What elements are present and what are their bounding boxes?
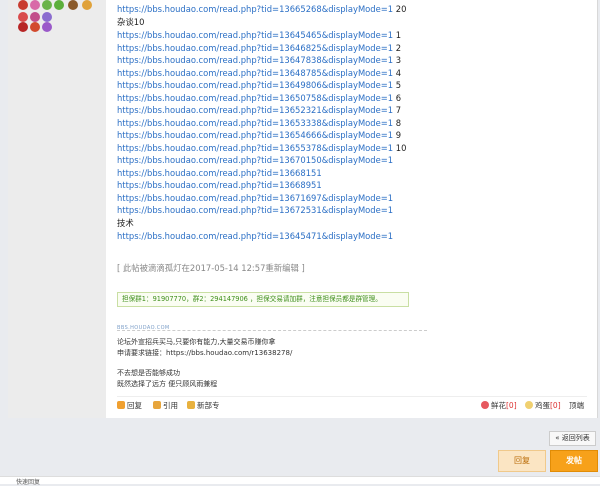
post-actions: 回复 引用 新部专 鲜花[0] 鸡蛋[0] 顶端	[117, 400, 587, 414]
link-line[interactable]: https://bbs.houdao.com/read.php?tid=1366…	[117, 3, 406, 15]
link-line[interactable]: https://bbs.houdao.com/read.php?tid=1367…	[117, 154, 393, 166]
link-line[interactable]: https://bbs.houdao.com/read.php?tid=1366…	[117, 179, 322, 191]
signature-line: 不去想是否能够成功	[117, 369, 180, 377]
medal-icon	[18, 12, 28, 22]
back-to-list-button[interactable]: « 返回列表	[549, 431, 596, 446]
link-line[interactable]: https://bbs.houdao.com/read.php?tid=1364…	[117, 42, 401, 54]
medal-icon	[42, 12, 52, 22]
edit-note: [ 此帖被滴滴孤灯在2017-05-14 12:57重新编辑 ]	[117, 263, 305, 273]
link-line[interactable]: https://bbs.houdao.com/read.php?tid=1365…	[117, 117, 401, 129]
top-link[interactable]: 顶端	[569, 400, 584, 411]
new-post-action[interactable]: 新部专	[187, 400, 220, 411]
flower-icon	[481, 401, 489, 409]
signature-divider	[117, 330, 427, 331]
link-line[interactable]: https://bbs.houdao.com/read.php?tid=1364…	[117, 79, 401, 91]
group-label: 技术	[117, 218, 134, 228]
link-line[interactable]: https://bbs.houdao.com/read.php?tid=1365…	[117, 142, 406, 154]
link-line[interactable]: https://bbs.houdao.com/read.php?tid=1366…	[117, 167, 322, 179]
medal-icon	[30, 22, 40, 32]
signature-line: 论坛外宣招兵买马,只要你有能力,大量交易币赚你拿	[117, 338, 276, 346]
link-line[interactable]: https://bbs.houdao.com/read.php?tid=1367…	[117, 192, 393, 204]
medal-icon	[68, 0, 78, 10]
link-line[interactable]: https://bbs.houdao.com/read.php?tid=1364…	[117, 54, 401, 66]
medal-icon	[30, 12, 40, 22]
link-line[interactable]: https://bbs.houdao.com/read.php?tid=1364…	[117, 29, 401, 41]
reply-icon	[117, 401, 125, 409]
medal-icon	[30, 0, 40, 10]
egg-icon	[525, 401, 533, 409]
medal-icon	[54, 0, 64, 10]
link-line[interactable]: https://bbs.houdao.com/read.php?tid=1367…	[117, 204, 393, 216]
link-line[interactable]: https://bbs.houdao.com/read.php?tid=1365…	[117, 104, 401, 116]
guarantee-notice: 担保群1：91907770，群2：294147906 ，担保交易请加群，注意担保…	[117, 292, 409, 307]
medal-icon	[42, 22, 52, 32]
medal-icon	[18, 0, 28, 10]
send-post-button[interactable]: 发帖	[550, 450, 598, 472]
quote-action[interactable]: 引用	[153, 400, 178, 411]
link-line[interactable]: https://bbs.houdao.com/read.php?tid=1364…	[117, 230, 393, 242]
medal-icon	[18, 22, 28, 32]
medal-icon	[82, 0, 92, 10]
reply-action[interactable]: 回复	[117, 400, 142, 411]
quote-icon	[153, 401, 161, 409]
flower-action[interactable]: 鲜花[0]	[481, 400, 517, 411]
medal-icon	[42, 0, 52, 10]
signature-line: 申请要求链接：https://bbs.houdao.com/r13638278/	[117, 349, 293, 357]
reply-button[interactable]: 回复	[498, 450, 546, 472]
new-post-icon	[187, 401, 195, 409]
group-label: 杂谈10	[117, 17, 145, 27]
signature-line: 既然选择了远方 便只顾风雨兼程	[117, 380, 218, 388]
author-sidebar	[8, 0, 106, 418]
actions-divider	[117, 396, 587, 397]
link-line[interactable]: https://bbs.houdao.com/read.php?tid=1365…	[117, 129, 401, 141]
link-line[interactable]: https://bbs.houdao.com/read.php?tid=1365…	[117, 92, 401, 104]
quick-reply-title: 快速回复	[16, 479, 41, 486]
link-line[interactable]: https://bbs.houdao.com/read.php?tid=1364…	[117, 67, 401, 79]
egg-action[interactable]: 鸡蛋[0]	[525, 400, 561, 411]
